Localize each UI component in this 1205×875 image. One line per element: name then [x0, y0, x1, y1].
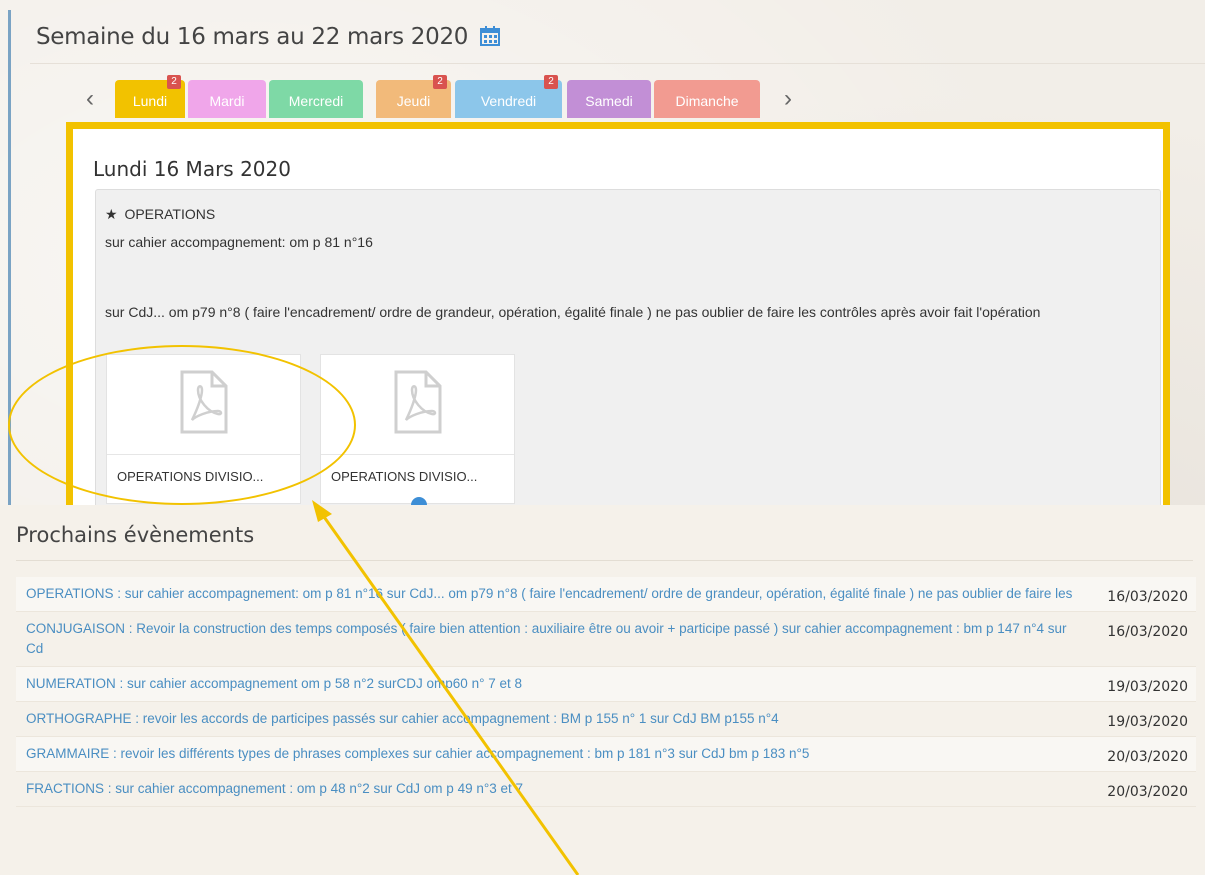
- day-tabs: ‹ Lundi 2 Mardi Mercredi Jeudi 2 Vendred…: [78, 75, 808, 118]
- event-link[interactable]: GRAMMAIRE : revoir les différents types …: [26, 744, 1086, 764]
- upcoming-events-panel: Prochains évènements OPERATIONS : sur ca…: [0, 505, 1205, 875]
- event-subject: OPERATIONS: [124, 206, 216, 222]
- tab-jeudi[interactable]: Jeudi 2: [376, 75, 451, 118]
- week-heading: Semaine du 16 mars au 22 mars 2020: [36, 24, 501, 53]
- event-date: 16/03/2020: [1107, 589, 1188, 605]
- event-header: ★ OPERATIONS: [105, 206, 215, 223]
- title-divider: [30, 63, 1205, 64]
- day-title: Lundi 16 Mars 2020: [93, 157, 291, 181]
- tab-label: Lundi: [132, 93, 168, 109]
- star-icon: ★: [105, 206, 118, 222]
- events-divider: [16, 560, 1193, 561]
- tab-label: Dimanche: [675, 93, 739, 109]
- tab-label: Samedi: [585, 93, 633, 109]
- event-date: 20/03/2020: [1107, 784, 1188, 800]
- tab-label: Jeudi: [396, 93, 431, 109]
- list-item: CONJUGAISON : Revoir la construction des…: [16, 612, 1196, 667]
- week-title: Semaine du 16 mars au 22 mars 2020: [36, 24, 469, 50]
- tab-lundi[interactable]: Lundi 2: [115, 75, 185, 118]
- tab-vendredi[interactable]: Vendredi 2: [455, 75, 562, 118]
- week-panel: Semaine du 16 mars au 22 mars 2020 ‹ Lun…: [0, 0, 1205, 505]
- upcoming-events-list: OPERATIONS : sur cahier accompagnement: …: [16, 577, 1196, 807]
- event-link[interactable]: NUMERATION : sur cahier accompagnement o…: [26, 674, 1086, 694]
- annotation-ellipse: [8, 345, 356, 505]
- event-date: 20/03/2020: [1107, 749, 1188, 765]
- upcoming-events-title: Prochains évènements: [16, 523, 255, 547]
- tab-samedi[interactable]: Samedi: [567, 80, 651, 118]
- event-line-1: sur cahier accompagnement: om p 81 n°16: [105, 234, 373, 250]
- event-link[interactable]: FRACTIONS : sur cahier accompagnement : …: [26, 779, 1086, 799]
- tab-label: Mardi: [209, 93, 245, 109]
- event-link[interactable]: CONJUGAISON : Revoir la construction des…: [26, 619, 1086, 659]
- list-item: GRAMMAIRE : revoir les différents types …: [16, 737, 1196, 772]
- tab-mardi[interactable]: Mardi: [188, 80, 266, 118]
- chevron-right-icon[interactable]: ›: [776, 80, 800, 118]
- event-date: 19/03/2020: [1107, 679, 1188, 695]
- tab-mercredi[interactable]: Mercredi: [269, 80, 363, 118]
- attachment-indicator: [411, 497, 427, 505]
- list-item: FRACTIONS : sur cahier accompagnement : …: [16, 772, 1196, 807]
- calendar-icon[interactable]: [479, 25, 501, 53]
- chevron-left-icon[interactable]: ‹: [78, 80, 102, 118]
- list-item: OPERATIONS : sur cahier accompagnement: …: [16, 577, 1196, 612]
- event-date: 16/03/2020: [1107, 624, 1188, 640]
- attachment-label: OPERATIONS DIVISIO...: [331, 469, 478, 484]
- tab-badge: 2: [433, 75, 447, 89]
- tab-dimanche[interactable]: Dimanche: [654, 80, 760, 118]
- list-item: ORTHOGRAPHE : revoir les accords de part…: [16, 702, 1196, 737]
- list-item: NUMERATION : sur cahier accompagnement o…: [16, 667, 1196, 702]
- tab-label: Vendredi: [480, 93, 537, 109]
- event-line-2: sur CdJ... om p79 n°8 ( faire l'encadrem…: [105, 304, 1041, 320]
- tab-badge: 2: [544, 75, 558, 89]
- pdf-file-icon: [392, 370, 444, 439]
- event-link[interactable]: ORTHOGRAPHE : revoir les accords de part…: [26, 709, 1086, 729]
- event-date: 19/03/2020: [1107, 714, 1188, 730]
- event-link[interactable]: OPERATIONS : sur cahier accompagnement: …: [26, 584, 1086, 604]
- tab-badge: 2: [167, 75, 181, 89]
- tab-label: Mercredi: [288, 93, 344, 109]
